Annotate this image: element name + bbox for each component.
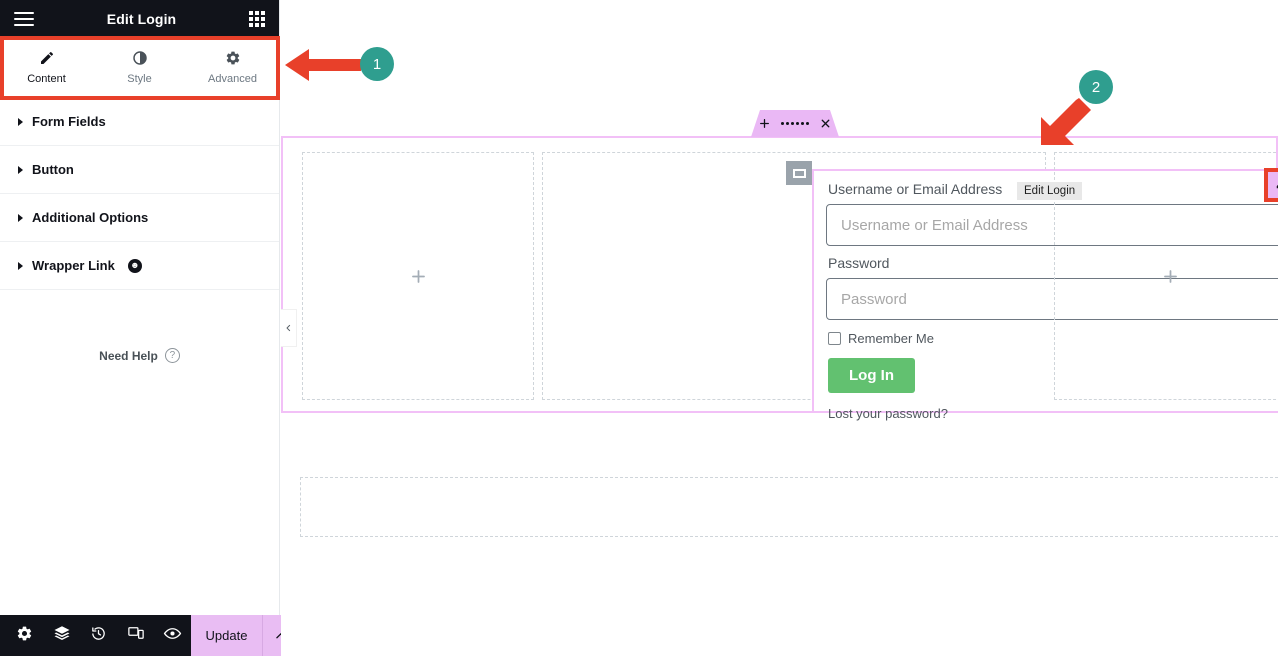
column-right[interactable] bbox=[1054, 152, 1278, 400]
section-button-label: Button bbox=[32, 162, 74, 177]
section-additional-options[interactable]: Additional Options bbox=[0, 194, 279, 242]
update-button[interactable]: Update bbox=[191, 615, 262, 656]
drag-dots-icon[interactable] bbox=[781, 122, 809, 125]
tab-advanced[interactable]: Advanced bbox=[186, 38, 279, 97]
gear-icon bbox=[16, 625, 33, 647]
panel-footer: Update bbox=[0, 615, 299, 656]
annotation-badge-2: 2 bbox=[1079, 70, 1113, 104]
edit-login-tooltip: Edit Login bbox=[1017, 182, 1083, 200]
close-icon[interactable] bbox=[819, 117, 832, 130]
panel-tabs-wrap: Content Style Advanced bbox=[0, 36, 280, 100]
tab-style-label: Style bbox=[127, 73, 152, 85]
tab-advanced-label: Advanced bbox=[208, 73, 257, 85]
grid-icon[interactable] bbox=[249, 11, 265, 27]
canvas-section[interactable]: Username or Email Address Password Remem… bbox=[281, 136, 1278, 421]
history-icon bbox=[90, 625, 107, 647]
tab-content[interactable]: Content bbox=[0, 38, 93, 97]
chevron-right-icon bbox=[18, 117, 23, 126]
section-form-fields-label: Form Fields bbox=[32, 114, 106, 129]
page-title: Edit Login bbox=[106, 11, 177, 27]
responsive-icon bbox=[127, 624, 145, 647]
editor-canvas: Username or Email Address Password Remem… bbox=[281, 0, 1278, 656]
panel-tabs: Content Style Advanced bbox=[0, 38, 279, 98]
section-toolbar bbox=[751, 110, 839, 137]
chevron-right-icon bbox=[18, 213, 23, 222]
history-button[interactable] bbox=[80, 615, 117, 656]
lost-password-link[interactable]: Lost your password? bbox=[828, 406, 1278, 421]
responsive-mode-button[interactable] bbox=[117, 615, 154, 656]
preview-button[interactable] bbox=[154, 615, 191, 656]
pencil-icon bbox=[39, 50, 55, 66]
settings-button[interactable] bbox=[6, 615, 43, 656]
tab-style[interactable]: Style bbox=[93, 38, 186, 97]
gear-icon bbox=[225, 50, 241, 66]
footer-tools bbox=[0, 615, 191, 656]
chevron-right-icon bbox=[18, 165, 23, 174]
handle-box-icon bbox=[792, 168, 806, 178]
panel-sections: Form Fields Button Additional Options Wr… bbox=[0, 98, 279, 290]
elementor-editor: Edit Login Content Style Advanced Form F… bbox=[0, 0, 1278, 656]
log-in-button[interactable]: Log In bbox=[828, 358, 915, 393]
section-button[interactable]: Button bbox=[0, 146, 279, 194]
contrast-icon bbox=[132, 50, 148, 66]
panel-header: Edit Login bbox=[0, 0, 279, 38]
section-form-fields[interactable]: Form Fields bbox=[0, 98, 279, 146]
section-additional-options-label: Additional Options bbox=[32, 210, 149, 225]
chevron-right-icon bbox=[18, 261, 23, 270]
annotation-badge-1: 1 bbox=[360, 47, 394, 81]
remember-me-checkbox[interactable] bbox=[828, 332, 841, 345]
plus-icon[interactable] bbox=[1055, 153, 1278, 399]
pro-badge-icon: ☻ bbox=[127, 258, 142, 273]
layers-icon bbox=[53, 624, 71, 647]
column-left[interactable] bbox=[302, 152, 534, 400]
section-wrapper-link[interactable]: Wrapper Link ☻ bbox=[0, 242, 279, 290]
plus-icon[interactable] bbox=[758, 117, 771, 130]
question-circle-icon: ? bbox=[164, 348, 180, 363]
hamburger-icon[interactable] bbox=[14, 12, 34, 26]
panel-collapse-handle[interactable] bbox=[281, 309, 297, 347]
remember-me-label: Remember Me bbox=[848, 331, 934, 346]
canvas-columns: Username or Email Address Password Remem… bbox=[283, 138, 1278, 421]
canvas-section-empty[interactable] bbox=[300, 477, 1278, 537]
tab-content-label: Content bbox=[27, 73, 66, 85]
plus-icon[interactable] bbox=[303, 153, 533, 399]
need-help-link[interactable]: Need Help ? bbox=[0, 348, 279, 363]
navigator-button[interactable] bbox=[43, 615, 80, 656]
widget-edit-button[interactable] bbox=[1268, 172, 1278, 198]
column-handle-icon[interactable] bbox=[786, 161, 812, 185]
column-middle[interactable]: Username or Email Address Password Remem… bbox=[542, 152, 1278, 421]
eye-icon bbox=[163, 624, 182, 648]
editor-panel: Edit Login Content Style Advanced Form F… bbox=[0, 0, 299, 656]
section-wrapper-link-label: Wrapper Link bbox=[32, 258, 115, 273]
need-help-label: Need Help bbox=[99, 348, 158, 363]
